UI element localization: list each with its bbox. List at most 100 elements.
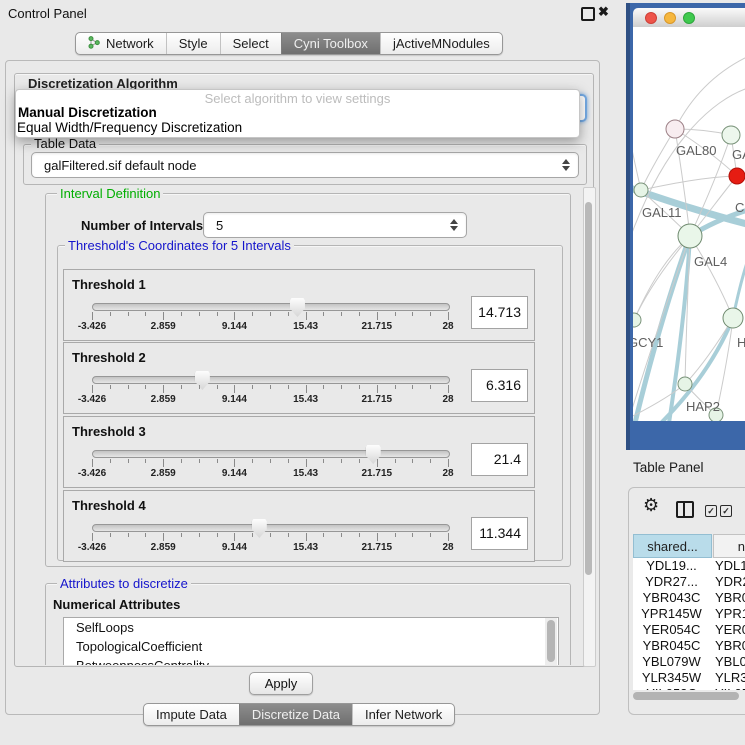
table-cell[interactable]: YBR043C bbox=[633, 590, 710, 606]
tick-mark bbox=[145, 459, 146, 463]
dropdown-option-manual[interactable]: Manual Discretization bbox=[18, 105, 157, 120]
table-cell[interactable]: YIL05 bbox=[711, 686, 745, 690]
node-gal80[interactable] bbox=[666, 120, 684, 138]
table-row[interactable]: YIL052CYIL05 bbox=[633, 686, 745, 690]
column-header-shared[interactable]: shared... bbox=[633, 534, 712, 558]
list-item[interactable]: SelfLoops bbox=[64, 618, 558, 637]
table-cell[interactable]: YBR04 bbox=[711, 638, 745, 654]
table-row[interactable]: YBL079WYBL07 bbox=[633, 654, 745, 670]
float-window-icon[interactable] bbox=[581, 7, 595, 21]
apply-button[interactable]: Apply bbox=[249, 672, 313, 695]
network-window-titlebar[interactable] bbox=[633, 8, 745, 28]
scrollbar-thumb[interactable] bbox=[585, 202, 592, 575]
node-gcy1[interactable] bbox=[633, 313, 641, 327]
checkbox-icon[interactable]: ✓ bbox=[720, 505, 732, 517]
table-data-combobox[interactable]: galFiltered.sif default node bbox=[31, 152, 579, 178]
tick-label: -3.426 bbox=[78, 542, 106, 553]
tab-jactivemnodules[interactable]: jActiveMNodules bbox=[380, 33, 502, 54]
table-row[interactable]: YLR345WYLR34 bbox=[633, 670, 745, 686]
tick-mark bbox=[270, 385, 271, 389]
slider-track[interactable] bbox=[92, 303, 450, 311]
tick-label: 15.43 bbox=[293, 468, 318, 479]
slider-track[interactable] bbox=[92, 376, 450, 384]
table-cell[interactable]: YIL052C bbox=[633, 686, 710, 690]
tick-mark bbox=[163, 459, 164, 467]
threshold-value-field[interactable]: 14.713 bbox=[471, 296, 528, 329]
node-red-selected[interactable] bbox=[729, 168, 745, 184]
minimize-traffic-light-icon[interactable] bbox=[664, 12, 676, 24]
close-icon[interactable]: ✖ bbox=[598, 4, 609, 20]
table-cell[interactable]: YBL07 bbox=[711, 654, 745, 670]
list-item[interactable]: BetweennessCentrality bbox=[64, 656, 558, 665]
table-cell[interactable]: YBL079W bbox=[633, 654, 710, 670]
table-row[interactable]: YDL19...YDL19 bbox=[633, 558, 745, 574]
close-traffic-light-icon[interactable] bbox=[645, 12, 657, 24]
table-row[interactable]: YPR145WYPR14 bbox=[633, 606, 745, 622]
numerical-attributes-list[interactable]: SelfLoopsTopologicalCoefficientBetweenne… bbox=[63, 617, 559, 665]
tab-impute-data[interactable]: Impute Data bbox=[144, 704, 239, 725]
settings-vertical-scrollbar[interactable] bbox=[583, 187, 596, 667]
tab-style[interactable]: Style bbox=[166, 33, 220, 54]
node-gal11[interactable] bbox=[634, 183, 648, 197]
column-header-name[interactable]: name bbox=[713, 534, 745, 558]
tab-cyni-toolbox[interactable]: Cyni Toolbox bbox=[281, 33, 380, 54]
table-horizontal-scrollbar[interactable] bbox=[633, 691, 745, 701]
threshold-label: Threshold 1 bbox=[72, 277, 146, 292]
node-hap2[interactable] bbox=[678, 377, 692, 391]
threshold-value-field[interactable]: 21.4 bbox=[471, 443, 528, 476]
table-cell[interactable]: YBR045C bbox=[633, 638, 710, 654]
table-cell[interactable]: YLR345W bbox=[633, 670, 710, 686]
table-row[interactable]: YDR27...YDR27 bbox=[633, 574, 745, 590]
tab-discretize-data[interactable]: Discretize Data bbox=[239, 704, 352, 725]
tick-mark bbox=[110, 312, 111, 316]
number-of-intervals-combobox[interactable]: 5 bbox=[203, 212, 467, 238]
tab-infer-network[interactable]: Infer Network bbox=[352, 704, 454, 725]
table-row[interactable]: YER054CYER05 bbox=[633, 622, 745, 638]
slider-track[interactable] bbox=[92, 524, 450, 532]
columns-icon[interactable] bbox=[676, 501, 694, 518]
zoom-traffic-light-icon[interactable] bbox=[683, 12, 695, 24]
table-row[interactable]: YBR043CYBR04 bbox=[633, 590, 745, 606]
tick-mark bbox=[92, 533, 93, 541]
threshold-panel: Threshold 3 -3.4262.8599.14415.4321.7152… bbox=[63, 416, 535, 488]
dropdown-option-equal-width[interactable]: Equal Width/Frequency Discretization bbox=[17, 120, 242, 135]
scrollbar-thumb[interactable] bbox=[633, 692, 739, 700]
table-cell[interactable]: YER054C bbox=[633, 622, 710, 638]
threshold-value-field[interactable]: 11.344 bbox=[471, 517, 528, 550]
tick-mark bbox=[448, 533, 449, 541]
cyni-toolbox-panel: Discretization Algorithm Select algorith… bbox=[5, 60, 600, 715]
tab-network[interactable]: Network bbox=[76, 33, 166, 54]
node-ga[interactable] bbox=[722, 126, 740, 144]
tick-mark bbox=[234, 459, 235, 467]
table-cell[interactable]: YBR04 bbox=[711, 590, 745, 606]
checkbox-icon[interactable]: ✓ bbox=[705, 505, 717, 517]
tick-mark bbox=[288, 459, 289, 463]
table-cell[interactable]: YDR27 bbox=[711, 574, 745, 590]
table-cell[interactable]: YLR34 bbox=[711, 670, 745, 686]
screen: Control Panel ✖ Network Style Select Cyn… bbox=[0, 0, 745, 745]
table-cell[interactable]: YPR145W bbox=[633, 606, 710, 622]
list-item[interactable]: TopologicalCoefficient bbox=[64, 637, 558, 656]
threshold-panel: Threshold 1 -3.4262.8599.14415.4321.7152… bbox=[63, 269, 535, 341]
scrollbar-thumb[interactable] bbox=[547, 620, 555, 662]
gear-icon[interactable]: ⚙ bbox=[643, 496, 659, 514]
tick-mark bbox=[430, 385, 431, 389]
threshold-value-field[interactable]: 6.316 bbox=[471, 369, 528, 402]
interval-definition-label: Interval Definition bbox=[57, 187, 163, 200]
tick-mark bbox=[448, 385, 449, 393]
combo-arrows-icon bbox=[561, 159, 570, 171]
table-row[interactable]: YBR045CYBR04 bbox=[633, 638, 745, 654]
tick-mark bbox=[395, 533, 396, 537]
table-cell[interactable]: YDL19 bbox=[711, 558, 745, 574]
table-cell[interactable]: YDL19... bbox=[633, 558, 710, 574]
node-h[interactable] bbox=[723, 308, 743, 328]
network-canvas[interactable]: GAL80 GA C GAL11 GAL4 GCY1 H HAP2 bbox=[633, 27, 745, 421]
table-cell[interactable]: YDR27... bbox=[633, 574, 710, 590]
slider-track[interactable] bbox=[92, 450, 450, 458]
tab-select[interactable]: Select bbox=[220, 33, 281, 54]
table-cell[interactable]: YER05 bbox=[711, 622, 745, 638]
table-cell[interactable]: YPR14 bbox=[711, 606, 745, 622]
node-gal4[interactable] bbox=[678, 224, 702, 248]
network-view-window: GAL80 GA C GAL11 GAL4 GCY1 H HAP2 bbox=[626, 3, 745, 450]
attributes-list-scrollbar[interactable] bbox=[545, 618, 557, 665]
